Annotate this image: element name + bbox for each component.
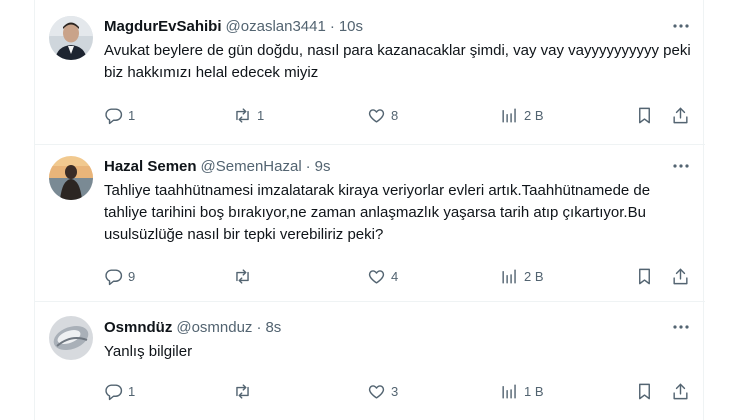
views-count: 1 B — [524, 383, 544, 399]
like-count: 8 — [391, 107, 399, 123]
reply-button[interactable]: 9 — [104, 266, 135, 286]
avatar[interactable] — [49, 316, 93, 360]
author-handle[interactable]: @osmnduz — [176, 319, 252, 336]
repost-icon — [236, 107, 249, 123]
tweet-header: Osmndüz @osmnduz · 8s — [104, 317, 693, 337]
tweet-body: Osmndüz @osmnduz · 8s Yanlış bilgiler — [104, 317, 693, 363]
tweet-header: MagdurEvSahibi @ozaslan3441 · 10s — [104, 16, 693, 36]
like-count: 4 — [391, 268, 399, 284]
timestamp[interactable]: 10s — [339, 18, 363, 35]
repost-count: 1 — [257, 107, 265, 123]
more-icon[interactable] — [669, 317, 693, 337]
share-icon — [673, 268, 688, 284]
tweet-header: Hazal Semen @SemenHazal · 9s — [104, 156, 693, 176]
bookmark-icon — [639, 107, 650, 123]
tweet-actions: 1 3 1 B — [104, 381, 693, 401]
views-count: 2 B — [524, 107, 544, 123]
separator-dot: · — [305, 157, 311, 175]
bookmark-button[interactable] — [635, 266, 654, 286]
reply-count: 9 — [128, 268, 136, 284]
share-button[interactable] — [671, 381, 690, 401]
tweet-text: Tahliye taahhütnamesi imzalatarak kiraya… — [104, 182, 651, 243]
bookmark-icon — [639, 268, 650, 284]
reply-count: 1 — [128, 383, 136, 399]
tweet[interactable]: MagdurEvSahibi @ozaslan3441 · 10s Avukat… — [35, 0, 705, 145]
tweet-body: MagdurEvSahibi @ozaslan3441 · 10s Avukat… — [104, 16, 693, 84]
reply-button[interactable]: 1 — [104, 381, 135, 401]
views-icon — [502, 107, 516, 123]
timestamp[interactable]: 8s — [265, 319, 281, 336]
views-count: 2 B — [524, 268, 544, 284]
reply-icon — [105, 268, 123, 285]
repost-button[interactable] — [233, 381, 257, 401]
like-icon — [368, 269, 385, 284]
repost-icon — [236, 383, 249, 399]
tweet-text: Yanlış bilgiler — [104, 343, 193, 360]
author-handle[interactable]: @SemenHazal — [201, 158, 302, 175]
views-icon — [502, 383, 516, 399]
reply-count: 1 — [128, 107, 136, 123]
more-icon[interactable] — [669, 16, 693, 36]
separator-dot: · — [256, 318, 262, 336]
reply-button[interactable]: 1 — [104, 105, 135, 125]
share-button[interactable] — [671, 266, 690, 286]
repost-icon — [236, 268, 249, 284]
reply-icon — [105, 107, 123, 124]
more-icon[interactable] — [669, 156, 693, 176]
like-button[interactable]: 4 — [367, 266, 398, 286]
avatar[interactable] — [49, 16, 93, 60]
tweet[interactable]: Hazal Semen @SemenHazal · 9s Tahliye taa… — [35, 146, 705, 302]
bookmark-icon — [639, 383, 650, 399]
author-name[interactable]: Hazal Semen — [104, 158, 197, 175]
views-icon — [502, 268, 516, 284]
tweet-body: Hazal Semen @SemenHazal · 9s Tahliye taa… — [104, 156, 693, 246]
author-name[interactable]: Osmndüz — [104, 319, 172, 336]
share-icon — [673, 383, 688, 399]
reply-icon — [105, 383, 123, 400]
tweet[interactable]: Osmndüz @osmnduz · 8s Yanlış bilgiler 1 … — [35, 303, 705, 420]
repost-button[interactable]: 1 — [233, 105, 264, 125]
like-button[interactable]: 3 — [367, 381, 398, 401]
share-icon — [673, 107, 688, 123]
timeline-feed: MagdurEvSahibi @ozaslan3441 · 10s Avukat… — [34, 0, 705, 420]
tweet-actions: 9 4 2 B — [104, 266, 693, 286]
views-button[interactable]: 2 B — [500, 266, 544, 286]
tweet-actions: 1 1 8 2 B — [104, 105, 693, 125]
like-count: 3 — [391, 383, 399, 399]
author-handle[interactable]: @ozaslan3441 — [226, 18, 326, 35]
author-name[interactable]: MagdurEvSahibi — [104, 18, 222, 35]
share-button[interactable] — [671, 105, 690, 125]
repost-button[interactable] — [233, 266, 257, 286]
views-button[interactable]: 1 B — [500, 381, 544, 401]
like-icon — [368, 384, 385, 399]
timestamp[interactable]: 9s — [315, 158, 331, 175]
tweet-text: Avukat beylere de gün doğdu, nasıl para … — [104, 42, 691, 81]
bookmark-button[interactable] — [635, 105, 654, 125]
like-button[interactable]: 8 — [367, 105, 398, 125]
bookmark-button[interactable] — [635, 381, 654, 401]
like-icon — [368, 108, 385, 123]
views-button[interactable]: 2 B — [500, 105, 544, 125]
avatar[interactable] — [49, 156, 93, 200]
separator-dot: · — [329, 17, 335, 35]
